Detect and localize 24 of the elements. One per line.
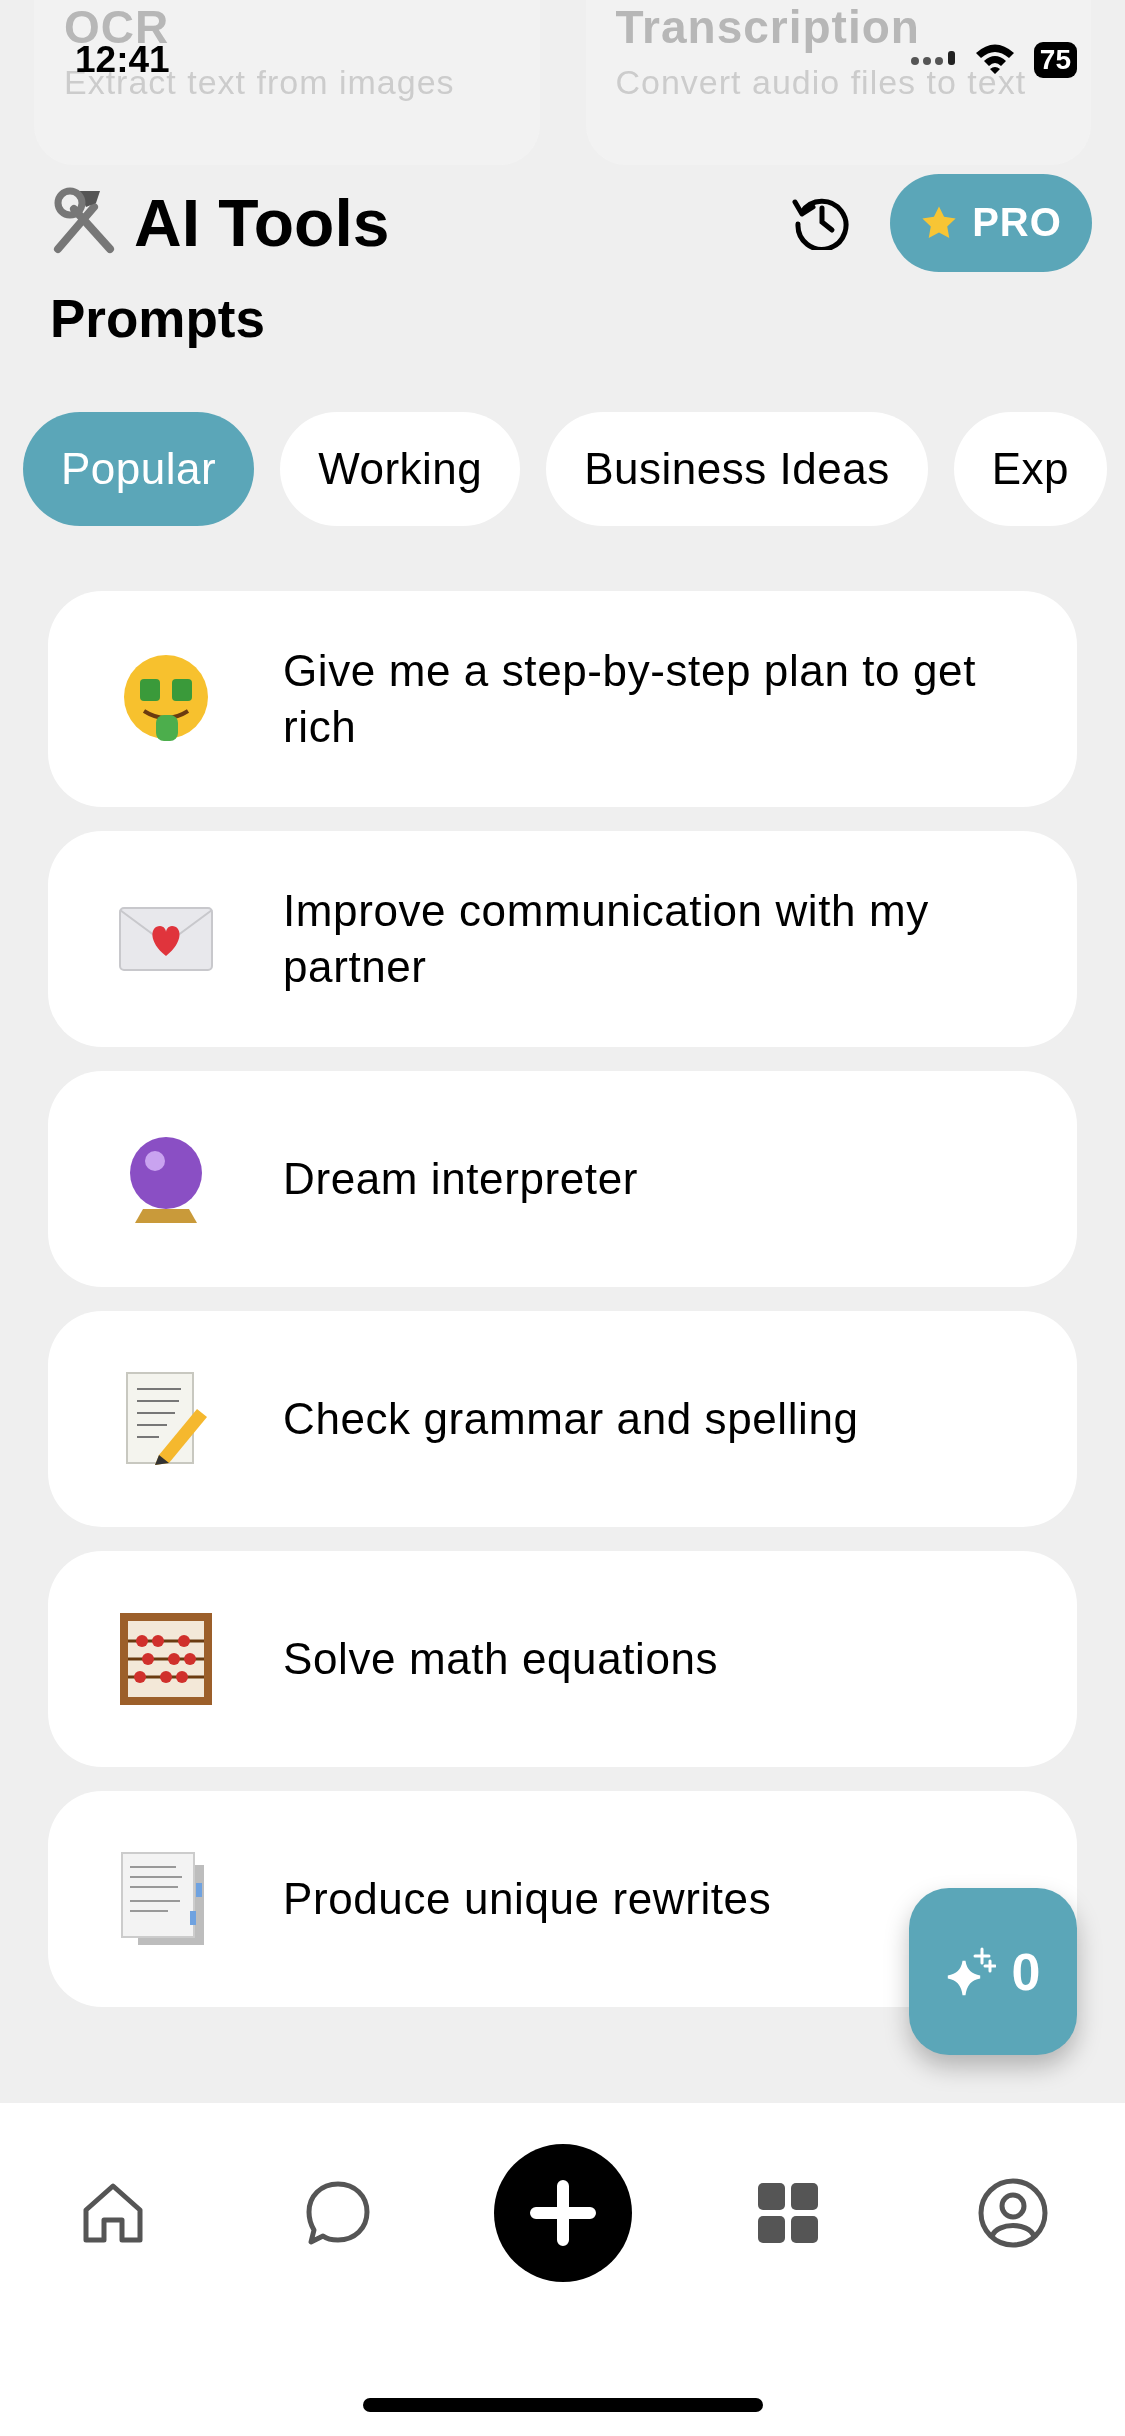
prompt-text: Give me a step-by-step plan to get rich xyxy=(283,645,977,753)
prompt-text: Dream interpreter xyxy=(283,1153,638,1205)
prompt-text: Improve communication with my partner xyxy=(283,885,930,993)
category-chip[interactable]: Exp xyxy=(953,412,1107,526)
category-chip[interactable]: Business Ideas xyxy=(546,412,928,526)
grid-icon[interactable] xyxy=(757,2183,818,2243)
prompt-card[interactable]: Check grammar and spelling xyxy=(48,1311,1077,1527)
abacus-icon xyxy=(117,1611,214,1707)
add-button[interactable] xyxy=(493,2144,632,2282)
prompt-card[interactable]: Improve communication with my partner xyxy=(48,831,1077,1047)
profile-icon[interactable] xyxy=(977,2178,1048,2248)
prompt-card[interactable]: Dream interpreter xyxy=(48,1071,1077,1287)
prompt-text: Check grammar and spelling xyxy=(283,1393,859,1445)
battery-indicator: 75 xyxy=(1033,42,1077,78)
prompt-card[interactable]: Solve math equations xyxy=(48,1551,1077,1767)
chat-icon[interactable] xyxy=(304,2180,371,2246)
prompt-text: Solve math equations xyxy=(283,1633,719,1685)
sparkle-icon xyxy=(945,1946,996,1997)
category-chip[interactable]: Working xyxy=(280,412,521,526)
section-title: Prompts xyxy=(50,288,266,349)
tool-title: Transcription xyxy=(615,0,921,54)
prompt-card[interactable]: Give me a step-by-step plan to get rich xyxy=(48,591,1077,807)
app-title: AI Tools xyxy=(134,184,391,261)
prompt-text: Produce unique rewrites xyxy=(283,1873,772,1925)
